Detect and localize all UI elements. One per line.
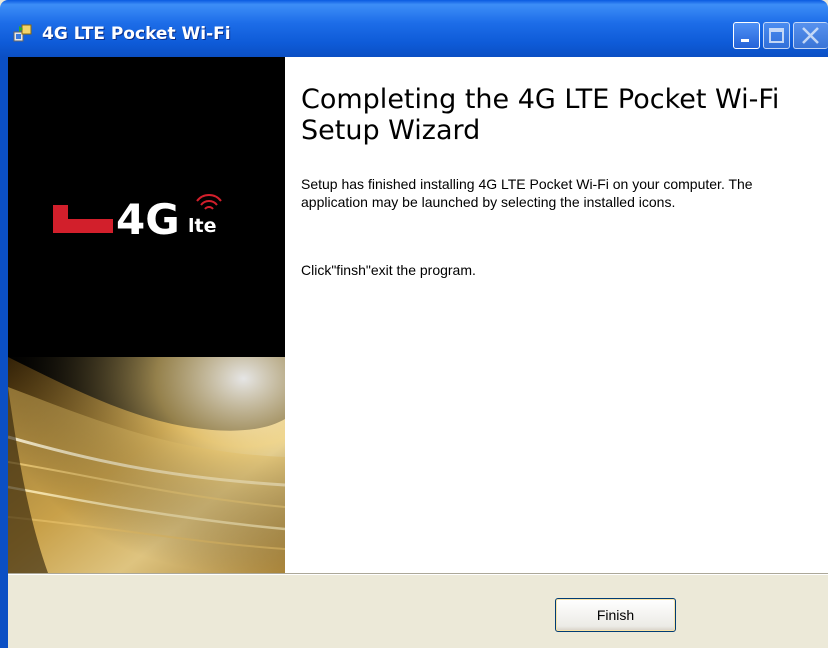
divider-highlight bbox=[8, 574, 828, 575]
logo-lte-text: lte bbox=[188, 215, 216, 237]
close-icon bbox=[802, 27, 819, 44]
wizard-banner: 4G lte bbox=[8, 57, 285, 573]
maximize-icon bbox=[769, 28, 784, 43]
installer-icon bbox=[13, 24, 32, 42]
finish-button[interactable]: Finish bbox=[555, 598, 676, 632]
logo-4g-text: 4G bbox=[116, 195, 180, 244]
page-title: Completing the 4G LTE Pocket Wi-Fi Setup… bbox=[301, 84, 780, 146]
setup-window: 4G LTE Pocket Wi-Fi 4G lte Completing th… bbox=[0, 0, 828, 648]
minimize-icon bbox=[741, 39, 749, 42]
maximize-button[interactable] bbox=[763, 22, 790, 49]
window-title: 4G LTE Pocket Wi-Fi bbox=[42, 24, 231, 44]
banner-graphic: 4G lte bbox=[8, 57, 285, 573]
title-bar[interactable]: 4G LTE Pocket Wi-Fi bbox=[0, 0, 828, 57]
exit-instruction: Click"finsh"exit the program. bbox=[301, 262, 476, 278]
minimize-button[interactable] bbox=[733, 22, 760, 49]
completion-message: Setup has finished installing 4G LTE Poc… bbox=[301, 176, 753, 210]
window-frame bbox=[0, 57, 8, 648]
close-button[interactable] bbox=[793, 22, 828, 49]
